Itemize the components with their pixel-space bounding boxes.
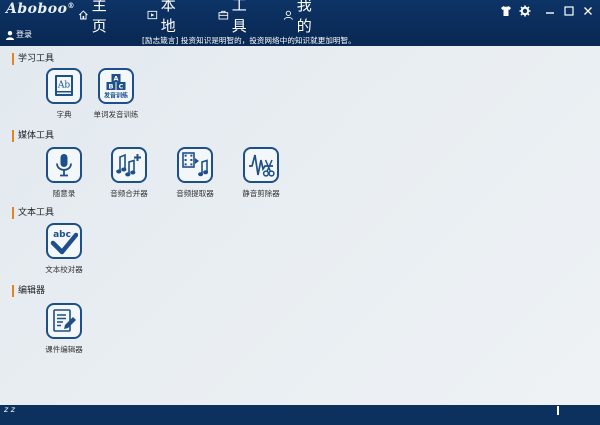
minimize-icon: [546, 12, 554, 14]
tool-label: 静音剪除器: [242, 189, 280, 198]
tool-icon-frame: [46, 147, 82, 183]
close-icon: [584, 7, 592, 15]
section-title-study: 学习工具: [12, 53, 54, 65]
app-window: Aboboo® 主页 本地 工具 我的 登录 [励志箴言] 投资知识是明智的，投…: [0, 0, 600, 425]
pronunciation-caption: 发音训练: [103, 92, 128, 100]
sleep-status-icon[interactable]: z z: [4, 405, 15, 414]
tool-icon-frame: A B C 发音训练: [98, 68, 134, 104]
audio-merge-icon: [116, 153, 141, 177]
nav-tools-label: 工具: [231, 0, 248, 35]
nav-local[interactable]: 本地: [147, 0, 182, 35]
settings-button[interactable]: [517, 3, 533, 19]
nav-home[interactable]: 主页: [78, 0, 113, 35]
login-label: 登录: [16, 30, 32, 39]
tool-icon-frame: [46, 303, 82, 339]
tool-silence-cutter[interactable]: 静音剪除器: [225, 147, 297, 199]
tool-label: 单词发音训练: [93, 110, 139, 119]
dictionary-icon-text: Ab: [57, 81, 70, 91]
film-icon: [147, 10, 158, 20]
tool-label: 音频提取器: [176, 189, 214, 198]
user-icon: [283, 10, 293, 20]
tool-label: 课件编辑器: [45, 345, 83, 354]
tool-icon-frame: Ab: [46, 68, 82, 104]
microphone-icon: [56, 154, 72, 177]
home-icon: [79, 10, 88, 20]
skin-button[interactable]: [498, 3, 514, 19]
tool-text-proofreader[interactable]: abc 文本校对器: [28, 223, 100, 275]
nav-mine[interactable]: 我的: [283, 0, 318, 35]
dictionary-icon: Ab: [55, 75, 73, 96]
login-link[interactable]: 登录: [5, 30, 32, 40]
section-title-text: 文本工具: [12, 207, 54, 219]
close-button[interactable]: [580, 3, 596, 19]
shirt-icon: [501, 6, 511, 16]
section-title-media: 媒体工具: [12, 130, 54, 142]
silence-cut-icon: [249, 154, 275, 177]
user-icon: [6, 31, 14, 40]
tools-panel: 学习工具 Ab 字典 A B C 发音训练 单词发音训练 媒体工具 随意录 音频…: [0, 46, 600, 405]
status-divider: [557, 406, 559, 415]
proofread-abc-text: abc: [53, 230, 71, 240]
pronunciation-icon: A B C 发音训练: [103, 74, 128, 100]
toolbox-icon: [218, 10, 229, 20]
tool-icon-frame: abc: [46, 223, 82, 259]
block-a-text: A: [113, 75, 118, 83]
top-bar: Aboboo® 主页 本地 工具 我的 登录 [励志箴言] 投资知识是明智的，投…: [0, 0, 600, 46]
tool-audio-merger[interactable]: 音频合并器: [93, 147, 165, 199]
section-title-editor: 编辑器: [12, 285, 45, 297]
tool-label: 字典: [56, 110, 72, 119]
tool-courseware-editor[interactable]: 课件编辑器: [28, 303, 100, 355]
nav-mine-label: 我的: [296, 0, 313, 35]
motto-text: [励志箴言] 投资知识是明智的，投资网络中的知识就更加明智。: [142, 36, 356, 45]
window-controls: [495, 3, 596, 19]
nav-local-label: 本地: [160, 0, 177, 35]
tool-voice-recorder[interactable]: 随意录: [28, 147, 100, 199]
block-c-text: C: [119, 83, 124, 91]
tool-label: 音频合并器: [110, 189, 148, 198]
courseware-editor-icon: [53, 309, 76, 332]
tool-icon-frame: [177, 147, 213, 183]
nav-tools[interactable]: 工具: [218, 0, 253, 35]
block-b-text: B: [109, 83, 114, 91]
logo-registered-mark: ®: [67, 1, 75, 10]
status-bar: z z: [0, 405, 600, 425]
app-logo: Aboboo®: [6, 1, 75, 17]
text-proofread-icon: abc: [50, 230, 78, 255]
gear-icon: [519, 5, 531, 17]
maximize-icon: [564, 6, 574, 16]
nav-home-label: 主页: [91, 0, 108, 35]
audio-extract-icon: [182, 152, 209, 177]
minimize-button[interactable]: [542, 3, 558, 19]
tool-label: 文本校对器: [45, 265, 83, 274]
tool-icon-frame: [243, 147, 279, 183]
logo-text: Aboboo: [6, 1, 68, 17]
tool-label: 随意录: [52, 189, 76, 198]
maximize-button[interactable]: [561, 3, 577, 19]
tool-word-pronunciation[interactable]: A B C 发音训练 单词发音训练: [80, 68, 152, 120]
tool-icon-frame: [111, 147, 147, 183]
tool-audio-extractor[interactable]: 音频提取器: [159, 147, 231, 199]
